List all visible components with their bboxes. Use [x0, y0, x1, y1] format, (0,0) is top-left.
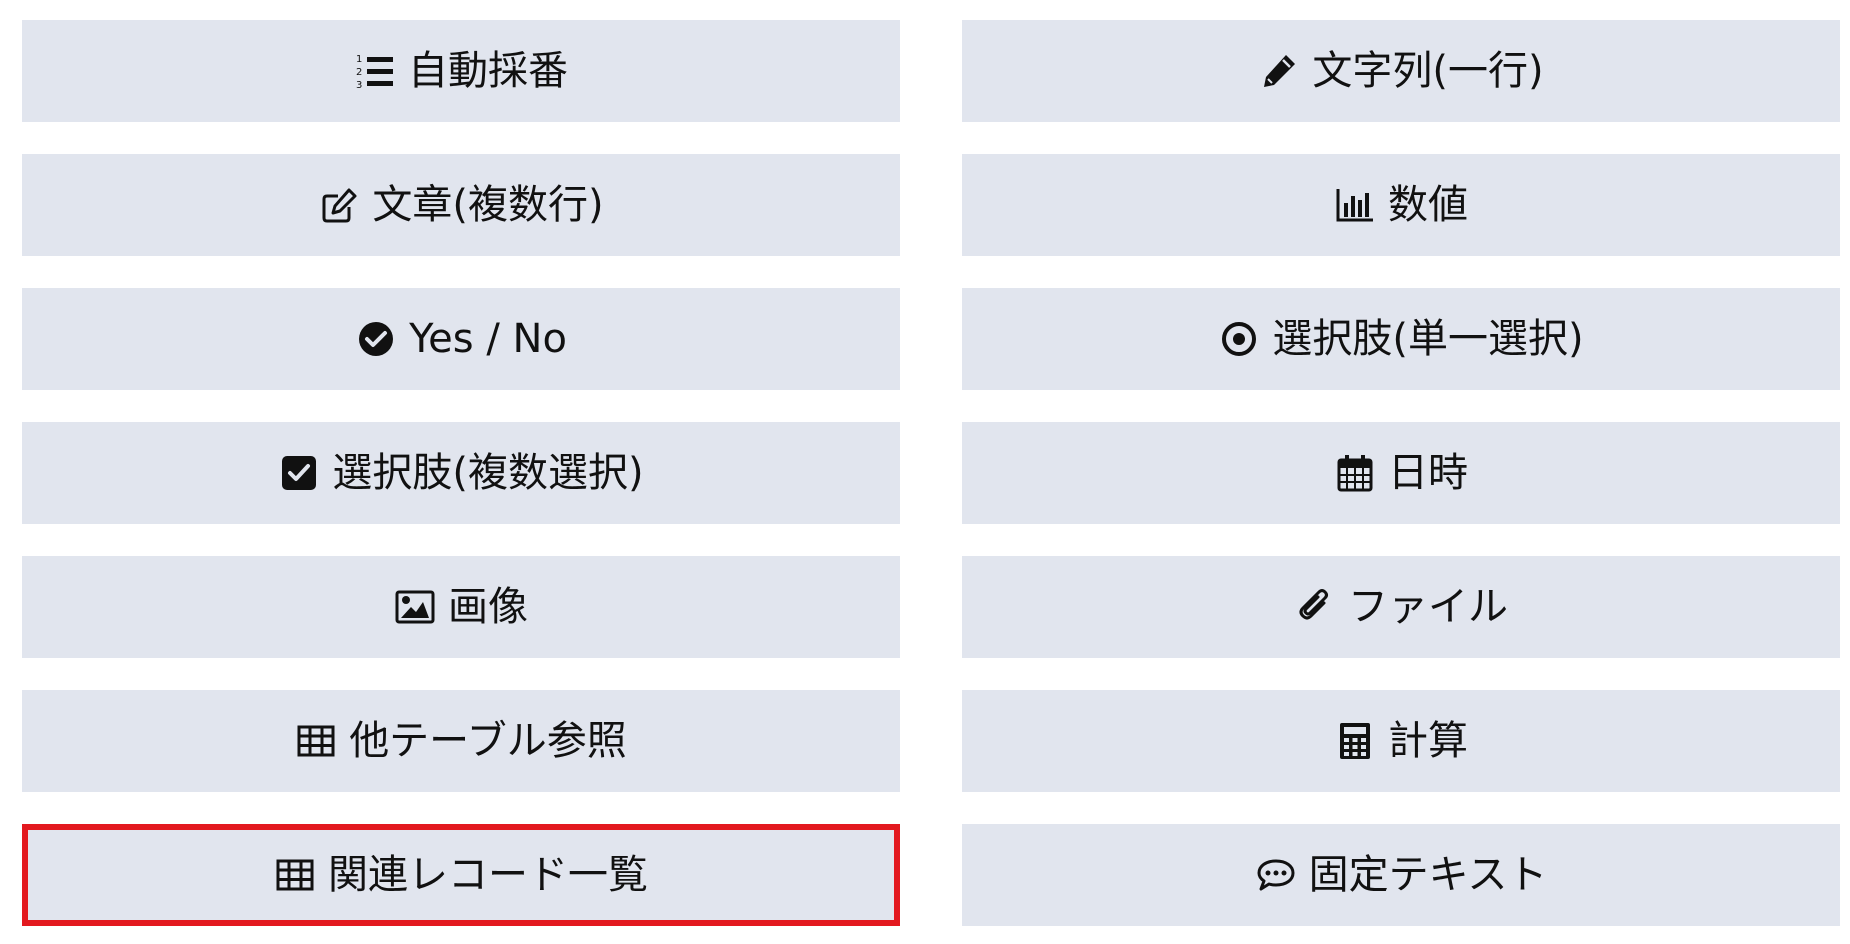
- field-type-datetime-button[interactable]: 日時: [962, 422, 1840, 524]
- field-type-grid: 1 2 3 自動採番 文字列(一行) 文章(複数行) 数値 Yes / No 選…: [22, 20, 1840, 926]
- field-type-label: 固定テキスト: [1308, 852, 1548, 898]
- image-icon: [394, 586, 436, 628]
- calendar-icon: [1334, 452, 1376, 494]
- pencil-icon: [1258, 50, 1300, 92]
- field-type-label: 日時: [1388, 450, 1468, 496]
- svg-text:1: 1: [356, 54, 362, 65]
- field-type-calculation-button[interactable]: 計算: [962, 690, 1840, 792]
- field-type-table-reference-button[interactable]: 他テーブル参照: [22, 690, 900, 792]
- field-type-label: 選択肢(単一選択): [1272, 316, 1584, 362]
- field-type-text-single-button[interactable]: 文字列(一行): [962, 20, 1840, 122]
- paperclip-icon: [1294, 586, 1336, 628]
- field-type-related-records-button[interactable]: 関連レコード一覧: [22, 824, 900, 926]
- svg-text:2: 2: [356, 67, 362, 78]
- field-type-single-choice-button[interactable]: 選択肢(単一選択): [962, 288, 1840, 390]
- field-type-label: 文字列(一行): [1312, 48, 1544, 94]
- field-type-label: Yes / No: [409, 316, 567, 362]
- field-type-text-multi-button[interactable]: 文章(複数行): [22, 154, 900, 256]
- field-type-label: 他テーブル参照: [349, 718, 627, 764]
- bar-chart-icon: [1334, 184, 1376, 226]
- field-type-fixed-text-button[interactable]: 固定テキスト: [962, 824, 1840, 926]
- field-type-yes-no-button[interactable]: Yes / No: [22, 288, 900, 390]
- check-square-icon: [278, 452, 320, 494]
- field-type-label: 文章(複数行): [372, 182, 604, 228]
- field-type-label: 選択肢(複数選択): [332, 450, 644, 496]
- field-type-label: ファイル: [1348, 584, 1508, 630]
- field-type-label: 自動採番: [408, 48, 568, 94]
- edit-icon: [318, 184, 360, 226]
- field-type-label: 数値: [1388, 182, 1468, 228]
- field-type-multi-choice-button[interactable]: 選択肢(複数選択): [22, 422, 900, 524]
- field-type-label: 計算: [1388, 718, 1468, 764]
- field-type-file-button[interactable]: ファイル: [962, 556, 1840, 658]
- field-type-image-button[interactable]: 画像: [22, 556, 900, 658]
- table-icon: [295, 720, 337, 762]
- field-type-label: 関連レコード一覧: [328, 852, 648, 898]
- dot-circle-icon: [1218, 318, 1260, 360]
- field-type-auto-number-button[interactable]: 1 2 3 自動採番: [22, 20, 900, 122]
- svg-text:3: 3: [356, 80, 362, 91]
- field-type-label: 画像: [448, 584, 528, 630]
- list-ol-icon: 1 2 3: [354, 50, 396, 92]
- comment-dots-icon: [1255, 854, 1297, 896]
- table-icon: [274, 854, 316, 896]
- field-type-number-button[interactable]: 数値: [962, 154, 1840, 256]
- calculator-icon: [1334, 720, 1376, 762]
- check-circle-icon: [355, 318, 397, 360]
